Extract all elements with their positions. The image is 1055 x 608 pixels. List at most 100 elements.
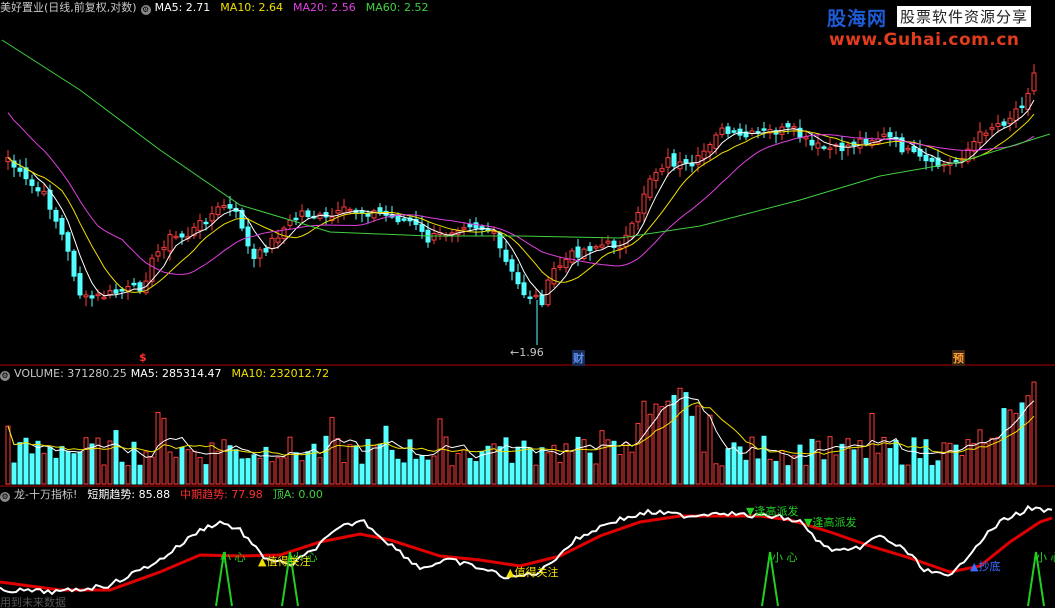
volume-bar bbox=[947, 442, 953, 485]
candle-body bbox=[35, 187, 41, 192]
candle-body bbox=[215, 206, 221, 216]
volume-bar bbox=[455, 452, 461, 485]
signal-careful-1: 小 心 bbox=[220, 551, 246, 564]
settings-gear-icon[interactable]: ⚙ bbox=[140, 5, 151, 15]
volume-bar bbox=[329, 416, 335, 485]
candle-body bbox=[401, 218, 407, 221]
candle-body bbox=[599, 244, 605, 248]
volume-bar bbox=[209, 442, 215, 485]
volume-bar bbox=[77, 451, 83, 485]
indicator-settings-gear-icon[interactable]: ⚙ bbox=[0, 492, 10, 502]
candle-body bbox=[293, 217, 299, 221]
volume-ma-legend: MA5: 285314.47 MA10: 232012.72 bbox=[131, 367, 339, 380]
volume-bar bbox=[1031, 381, 1037, 485]
candle-body bbox=[671, 153, 677, 167]
volume-bar bbox=[221, 439, 227, 485]
ma5-line bbox=[7, 99, 1035, 297]
volume-bar bbox=[917, 458, 923, 485]
candle-body bbox=[29, 179, 35, 186]
volume-bar bbox=[275, 457, 281, 485]
volume-bar bbox=[317, 457, 323, 485]
volume-bar bbox=[251, 454, 257, 485]
candle-body bbox=[707, 144, 713, 153]
volume-bar bbox=[425, 459, 431, 485]
volume-bar bbox=[419, 454, 425, 485]
volume-bar bbox=[767, 458, 773, 485]
candle-body bbox=[857, 138, 863, 149]
candle-body bbox=[1013, 108, 1019, 121]
candle-body bbox=[515, 272, 521, 285]
candle-body bbox=[863, 138, 869, 145]
volume-settings-gear-icon[interactable]: ⚙ bbox=[0, 371, 10, 381]
volume-bar bbox=[227, 445, 233, 485]
volume-bar bbox=[641, 400, 647, 485]
volume-bar bbox=[689, 415, 695, 485]
candle-body bbox=[131, 282, 137, 286]
candle-body bbox=[539, 294, 545, 306]
candle-body bbox=[551, 268, 557, 285]
volume-bar bbox=[551, 444, 557, 485]
candle-body bbox=[533, 294, 539, 298]
candle-body bbox=[335, 209, 341, 214]
volume-bar bbox=[323, 435, 329, 485]
volume-bar bbox=[575, 436, 581, 485]
candle-body bbox=[527, 296, 533, 300]
volume-bar bbox=[617, 454, 623, 485]
event-mark-dividend[interactable]: $ bbox=[139, 351, 147, 364]
volume-bar bbox=[995, 436, 1001, 485]
candle-body bbox=[647, 178, 653, 198]
ma60-line bbox=[1, 39, 1051, 239]
volume-bar bbox=[821, 459, 827, 485]
event-mark-forecast[interactable]: 预 bbox=[952, 350, 965, 366]
candle-body bbox=[257, 249, 263, 259]
candle-body bbox=[605, 240, 611, 244]
candle-body bbox=[815, 142, 821, 149]
candle-body bbox=[17, 167, 23, 172]
candle-body bbox=[791, 126, 797, 129]
candle-body bbox=[197, 220, 203, 232]
volume-bar bbox=[263, 446, 269, 485]
volume-bar bbox=[389, 449, 395, 485]
candle-body bbox=[473, 222, 479, 229]
candle-body bbox=[821, 146, 827, 149]
volume-bar bbox=[887, 448, 893, 485]
candle-body bbox=[263, 248, 269, 253]
volume-bar bbox=[173, 456, 179, 485]
candle-body bbox=[59, 217, 65, 235]
signal-sell-high-2: ▼逢高派发 bbox=[804, 516, 857, 529]
chart-canvas[interactable] bbox=[0, 0, 1055, 608]
volume-bar bbox=[719, 465, 725, 485]
volume-bar bbox=[89, 443, 95, 485]
candle-body bbox=[269, 237, 275, 249]
event-mark-finance[interactable]: 财 bbox=[572, 350, 585, 366]
signal-watch-2: ▲值得关注 bbox=[506, 566, 559, 579]
volume-bar bbox=[53, 457, 59, 485]
volume-bar bbox=[983, 443, 989, 485]
candle-body bbox=[299, 210, 305, 217]
candle-body bbox=[995, 123, 1001, 127]
volume-bar bbox=[353, 445, 359, 485]
candle-body bbox=[347, 208, 353, 212]
candle-body bbox=[827, 147, 833, 151]
candle-body bbox=[71, 250, 77, 277]
volume-bar bbox=[611, 440, 617, 485]
volume-bar bbox=[935, 460, 941, 485]
volume-bar bbox=[185, 449, 191, 485]
volume-bar bbox=[773, 460, 779, 485]
candle-body bbox=[53, 209, 59, 222]
candle-body bbox=[431, 233, 437, 241]
candle-body bbox=[683, 159, 689, 164]
candle-body bbox=[635, 212, 641, 223]
volume-bar bbox=[503, 437, 509, 485]
volume-bar bbox=[119, 461, 125, 485]
indicator-legend: 短期趋势: 85.88 中期趋势: 77.98 顶A: 0.00 bbox=[87, 488, 332, 501]
volume-bar bbox=[881, 436, 887, 485]
signal-careful-4: 小 心 bbox=[1036, 551, 1055, 564]
candle-body bbox=[1001, 121, 1007, 126]
volume-bar bbox=[347, 444, 353, 485]
candle-body bbox=[593, 246, 599, 249]
candle-body bbox=[911, 146, 917, 153]
volume-bar bbox=[449, 465, 455, 485]
volume-bar bbox=[281, 457, 287, 485]
candle-body bbox=[83, 294, 89, 298]
